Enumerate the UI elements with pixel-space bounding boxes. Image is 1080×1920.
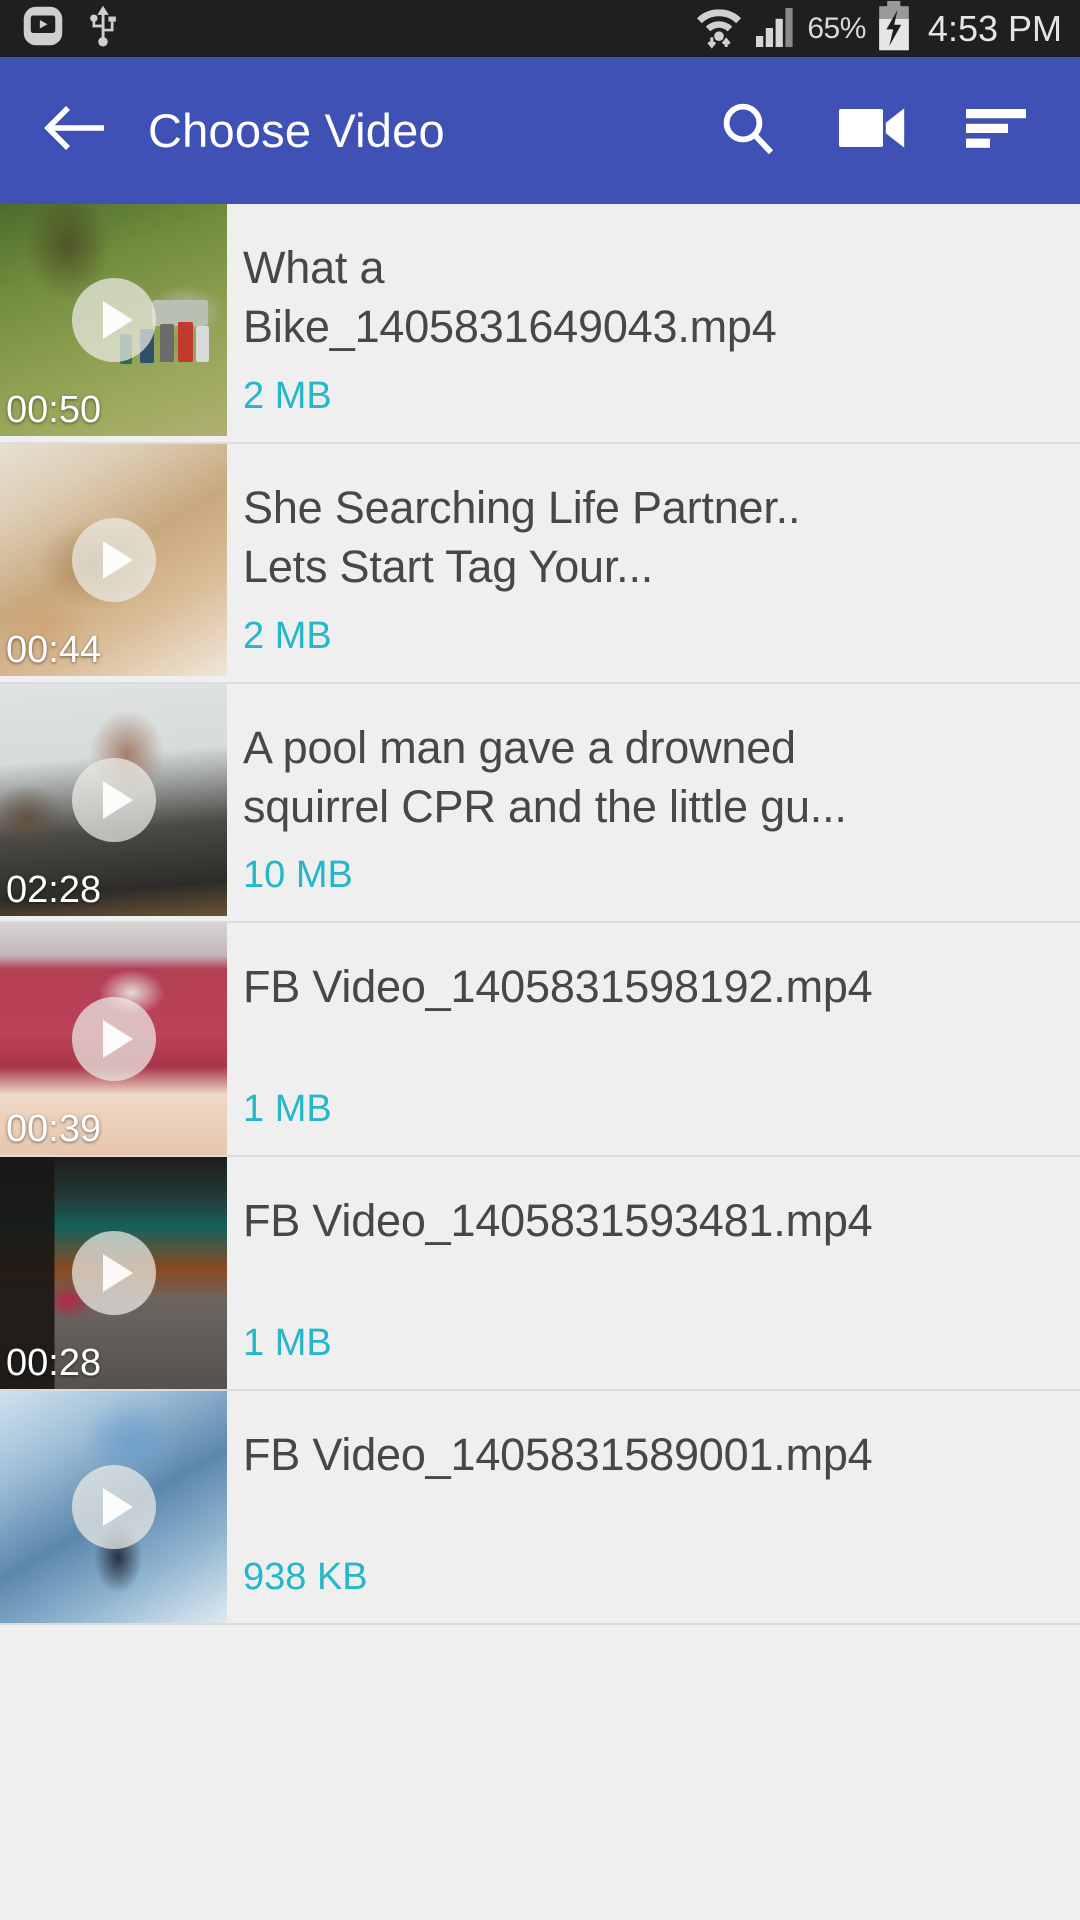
video-list-item[interactable]: FB Video_1405831589001.mp4 938 KB xyxy=(0,1391,1080,1626)
video-size: 2 MB xyxy=(243,374,332,417)
video-list: 00:50 What a Bike_1405831649043.mp4 2 MB… xyxy=(0,204,1080,1626)
play-button[interactable] xyxy=(71,757,156,842)
signal-icon xyxy=(755,4,797,53)
page-title: Choose Video xyxy=(148,104,445,157)
video-duration: 00:39 xyxy=(6,1108,102,1151)
usb-icon xyxy=(86,4,120,53)
video-list-item[interactable]: 00:28 FB Video_1405831593481.mp4 1 MB xyxy=(0,1157,1080,1392)
video-camera-icon xyxy=(839,104,905,157)
video-thumbnail[interactable]: 00:50 xyxy=(0,204,227,436)
video-list-item[interactable]: 02:28 A pool man gave a drowned squirrel… xyxy=(0,683,1080,924)
play-button[interactable] xyxy=(71,1465,156,1550)
back-button[interactable] xyxy=(40,96,110,166)
video-list-item[interactable]: 00:50 What a Bike_1405831649043.mp4 2 MB xyxy=(0,204,1080,444)
video-info: She Searching Life Partner.. Lets Start … xyxy=(227,444,1080,682)
app-bar-actions xyxy=(712,95,1050,167)
video-size: 2 MB xyxy=(243,614,332,657)
video-thumbnail[interactable]: 00:39 xyxy=(0,923,227,1156)
clock-label: 4:53 PM xyxy=(927,7,1062,49)
video-info: FB Video_1405831598192.mp4 1 MB xyxy=(227,923,1080,1155)
video-duration: 00:44 xyxy=(6,628,102,671)
video-thumbnail[interactable]: 02:28 xyxy=(0,683,227,916)
wifi-icon xyxy=(693,3,745,54)
play-icon xyxy=(102,1488,133,1527)
video-title: What a Bike_1405831649043.mp4 xyxy=(243,242,777,353)
play-icon xyxy=(102,1254,133,1293)
video-title: FB Video_1405831593481.mp4 xyxy=(243,1195,873,1247)
video-size: 10 MB xyxy=(243,854,353,897)
video-list-item[interactable]: 00:44 She Searching Life Partner.. Lets … xyxy=(0,443,1080,684)
video-info: A pool man gave a drowned squirrel CPR a… xyxy=(227,684,1080,922)
battery-charging-icon xyxy=(876,1,912,56)
video-thumbnail[interactable]: 00:44 xyxy=(0,443,227,676)
video-info: What a Bike_1405831649043.mp4 2 MB xyxy=(227,204,1080,442)
video-title: FB Video_1405831598192.mp4 xyxy=(243,961,873,1013)
video-thumbnail[interactable] xyxy=(0,1391,227,1624)
play-button[interactable] xyxy=(71,517,156,602)
play-icon xyxy=(102,540,133,579)
play-icon xyxy=(102,301,133,339)
play-icon xyxy=(102,780,133,819)
video-info: FB Video_1405831589001.mp4 938 KB xyxy=(227,1391,1080,1623)
sort-button[interactable] xyxy=(960,95,1032,167)
screen-recorder-icon xyxy=(22,5,64,52)
video-duration: 02:28 xyxy=(6,868,102,911)
status-bar-left-icons xyxy=(22,4,120,53)
play-icon xyxy=(102,1020,133,1059)
video-size: 1 MB xyxy=(243,1088,332,1131)
battery-percent-label: 65% xyxy=(807,11,866,45)
status-bar: 65% 4:53 PM xyxy=(0,0,1080,57)
play-button[interactable] xyxy=(71,278,156,362)
video-list-item[interactable]: 00:39 FB Video_1405831598192.mp4 1 MB xyxy=(0,923,1080,1158)
video-title: A pool man gave a drowned squirrel CPR a… xyxy=(243,721,847,832)
status-bar-right-icons: 65% 4:53 PM xyxy=(693,1,1062,56)
play-button[interactable] xyxy=(71,1231,156,1316)
arrow-left-icon xyxy=(44,101,106,160)
video-info: FB Video_1405831593481.mp4 1 MB xyxy=(227,1157,1080,1389)
video-size: 1 MB xyxy=(243,1322,332,1365)
record-video-button[interactable] xyxy=(836,95,908,167)
play-button[interactable] xyxy=(71,997,156,1082)
video-title: She Searching Life Partner.. Lets Start … xyxy=(243,481,801,593)
video-duration: 00:28 xyxy=(6,1342,102,1385)
sort-icon xyxy=(966,105,1026,156)
video-title: FB Video_1405831589001.mp4 xyxy=(243,1429,873,1481)
video-duration: 00:50 xyxy=(6,389,102,431)
search-icon xyxy=(719,99,777,162)
video-size: 938 KB xyxy=(243,1556,368,1599)
search-button[interactable] xyxy=(712,95,784,167)
video-thumbnail[interactable]: 00:28 xyxy=(0,1157,227,1390)
app-bar: Choose Video xyxy=(0,57,1080,204)
